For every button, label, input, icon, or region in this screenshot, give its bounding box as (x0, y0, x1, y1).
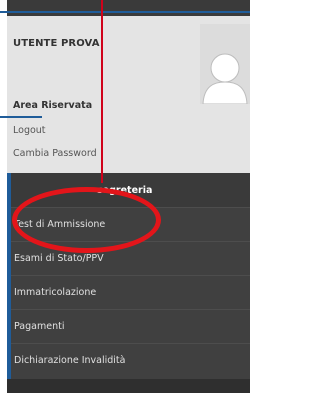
menu-item-immatricolazione[interactable]: Immatricolazione (7, 275, 250, 309)
menu-item-label: Esami di Stato/PPV (14, 253, 104, 264)
header-blue-line (0, 11, 250, 13)
annotation-highlight-ellipse (12, 187, 161, 253)
side-blue-line (0, 116, 42, 118)
user-box: UTENTE PROVA Area Riservata Logout Cambi… (7, 16, 250, 173)
menu-bottom-strip (7, 379, 250, 393)
reserved-area-title: Area Riservata (13, 100, 93, 111)
user-silhouette-icon (200, 24, 250, 104)
logout-link[interactable]: Logout (13, 125, 46, 136)
menu-item-pagamenti[interactable]: Pagamenti (7, 309, 250, 343)
annotation-pointer-line (101, 0, 103, 183)
change-password-link[interactable]: Cambia Password (13, 148, 97, 159)
menu-item-label: Dichiarazione Invalidità (14, 355, 126, 366)
menu-accent-bar (7, 173, 11, 379)
user-name: UTENTE PROVA (13, 38, 100, 49)
menu-item-dichiarazione-invalidita[interactable]: Dichiarazione Invalidità (7, 343, 250, 377)
menu-item-label: Pagamenti (14, 321, 65, 332)
menu-item-label: Immatricolazione (14, 287, 97, 298)
top-strip (7, 0, 250, 16)
